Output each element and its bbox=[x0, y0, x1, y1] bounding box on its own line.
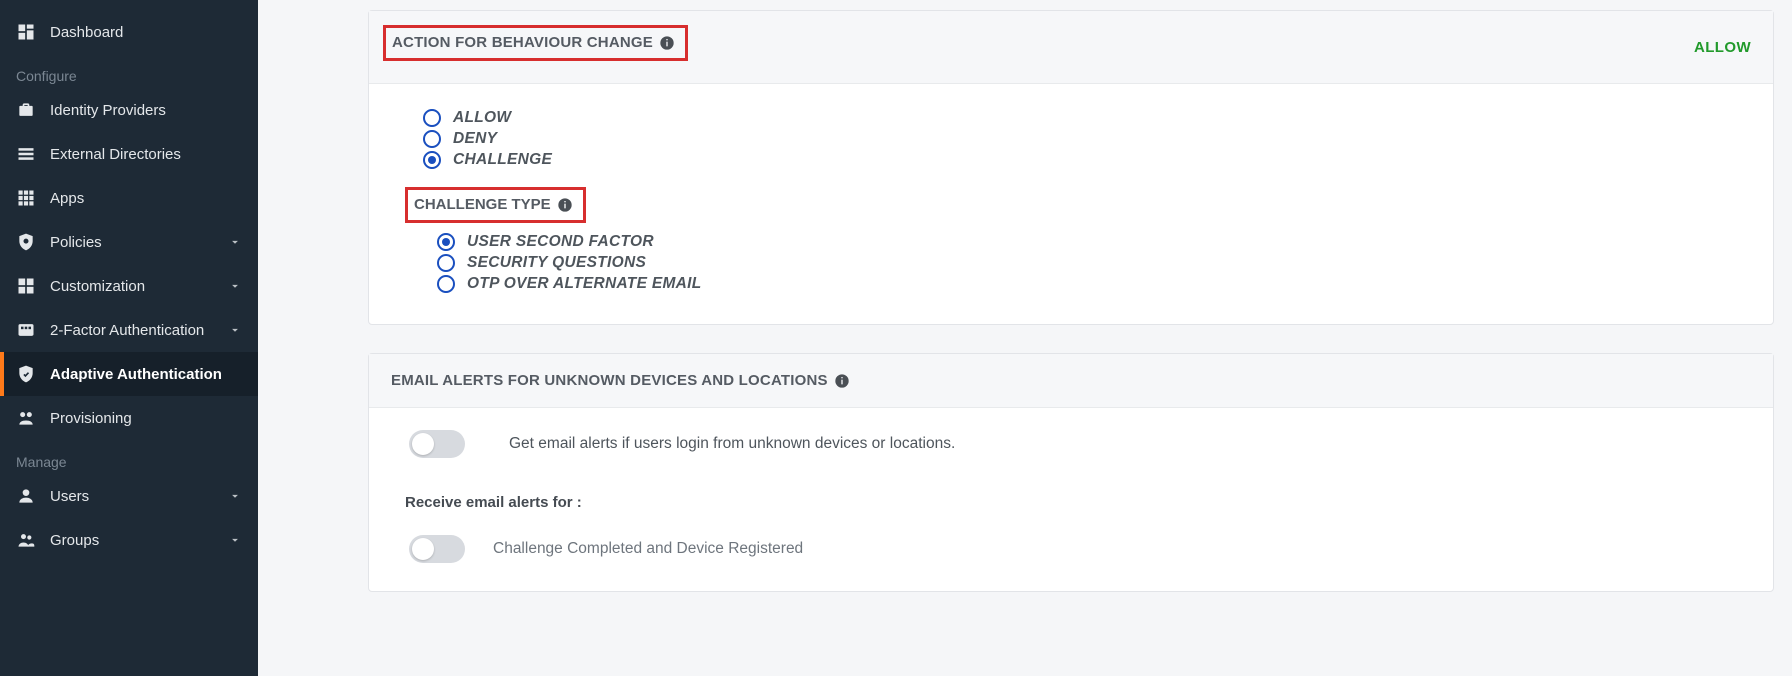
nav-groups[interactable]: Groups bbox=[0, 518, 258, 562]
nav-label: External Directories bbox=[50, 146, 242, 163]
nav-label: Policies bbox=[50, 234, 228, 251]
list-icon bbox=[16, 144, 36, 164]
panel-header: ACTION FOR BEHAVIOUR CHANGE ALLOW bbox=[369, 11, 1773, 84]
sync-users-icon bbox=[16, 408, 36, 428]
radio-icon[interactable] bbox=[437, 275, 455, 293]
chevron-down-icon bbox=[228, 279, 242, 293]
email-alerts-toggle-text: Get email alerts if users login from unk… bbox=[509, 435, 955, 453]
radio-deny[interactable]: DENY bbox=[405, 130, 1737, 148]
nav-label: Groups bbox=[50, 532, 228, 549]
nav-apps[interactable]: Apps bbox=[0, 176, 258, 220]
info-icon[interactable] bbox=[659, 35, 675, 51]
toggle-knob bbox=[412, 538, 434, 560]
nav-external-directories[interactable]: External Directories bbox=[0, 132, 258, 176]
keypad-icon bbox=[16, 320, 36, 340]
alert-opt-toggle[interactable] bbox=[409, 535, 465, 563]
radio-icon[interactable] bbox=[423, 109, 441, 127]
radio-label: ALLOW bbox=[453, 109, 511, 127]
toggle-knob bbox=[412, 433, 434, 455]
panel-title-text: EMAIL ALERTS FOR UNKNOWN DEVICES AND LOC… bbox=[391, 372, 828, 389]
receive-alerts-label: Receive email alerts for : bbox=[405, 494, 1737, 511]
nav-provisioning[interactable]: Provisioning bbox=[0, 396, 258, 440]
radio-icon[interactable] bbox=[437, 254, 455, 272]
shield-check-icon bbox=[16, 364, 36, 384]
info-icon[interactable] bbox=[834, 373, 850, 389]
main-content: ACTION FOR BEHAVIOUR CHANGE ALLOW ALLOW … bbox=[258, 0, 1792, 676]
nav-adaptive-auth[interactable]: Adaptive Authentication bbox=[0, 352, 258, 396]
briefcase-icon bbox=[16, 100, 36, 120]
panel-body: ALLOW DENY CHALLENGE CHALLENGE TYPE bbox=[369, 84, 1773, 324]
radio-security-questions[interactable]: SECURITY QUESTIONS bbox=[419, 254, 1737, 272]
radio-icon[interactable] bbox=[423, 151, 441, 169]
panel-header: EMAIL ALERTS FOR UNKNOWN DEVICES AND LOC… bbox=[369, 354, 1773, 408]
panel-title: EMAIL ALERTS FOR UNKNOWN DEVICES AND LOC… bbox=[391, 372, 850, 389]
shield-search-icon bbox=[16, 232, 36, 252]
panel-status-allow: ALLOW bbox=[1694, 39, 1751, 56]
nav-label: Dashboard bbox=[50, 24, 242, 41]
radio-label: USER SECOND FACTOR bbox=[467, 233, 654, 251]
nav-dashboard[interactable]: Dashboard bbox=[0, 10, 258, 54]
email-alerts-toggle-row: Get email alerts if users login from unk… bbox=[405, 430, 1737, 458]
highlight-action-title: ACTION FOR BEHAVIOUR CHANGE bbox=[383, 25, 688, 61]
chevron-down-icon bbox=[228, 323, 242, 337]
email-alerts-toggle[interactable] bbox=[409, 430, 465, 458]
nav-label: Apps bbox=[50, 190, 242, 207]
highlight-challenge-type: CHALLENGE TYPE bbox=[405, 187, 586, 223]
radio-label: SECURITY QUESTIONS bbox=[467, 254, 646, 272]
panel-title: ACTION FOR BEHAVIOUR CHANGE bbox=[392, 34, 675, 51]
action-behaviour-panel: ACTION FOR BEHAVIOUR CHANGE ALLOW ALLOW … bbox=[368, 10, 1774, 325]
alert-opt-text: Challenge Completed and Device Registere… bbox=[493, 540, 803, 558]
radio-label: DENY bbox=[453, 130, 497, 148]
group-icon bbox=[16, 530, 36, 550]
nav-label: 2-Factor Authentication bbox=[50, 322, 228, 339]
nav-label: Provisioning bbox=[50, 410, 242, 427]
nav-section-manage: Manage bbox=[0, 440, 258, 474]
chevron-down-icon bbox=[228, 489, 242, 503]
radio-allow[interactable]: ALLOW bbox=[405, 109, 1737, 127]
radio-icon[interactable] bbox=[423, 130, 441, 148]
nav-users[interactable]: Users bbox=[0, 474, 258, 518]
chevron-down-icon bbox=[228, 533, 242, 547]
apps-icon bbox=[16, 188, 36, 208]
radio-label: CHALLENGE bbox=[453, 151, 552, 169]
puzzle-icon bbox=[16, 276, 36, 296]
chevron-down-icon bbox=[228, 235, 242, 249]
radio-user-second-factor[interactable]: USER SECOND FACTOR bbox=[419, 233, 1737, 251]
sidebar: Dashboard Configure Identity Providers E… bbox=[0, 0, 258, 676]
radio-label: OTP OVER ALTERNATE EMAIL bbox=[467, 275, 702, 293]
nav-label: Customization bbox=[50, 278, 228, 295]
nav-label: Users bbox=[50, 488, 228, 505]
nav-section-configure: Configure bbox=[0, 54, 258, 88]
dashboard-icon bbox=[16, 22, 36, 42]
panel-body: Get email alerts if users login from unk… bbox=[369, 408, 1773, 591]
user-icon bbox=[16, 486, 36, 506]
info-icon[interactable] bbox=[557, 197, 573, 213]
nav-label: Identity Providers bbox=[50, 102, 242, 119]
alert-opt-challenge-completed: Challenge Completed and Device Registere… bbox=[405, 535, 1737, 563]
panel-title-text: ACTION FOR BEHAVIOUR CHANGE bbox=[392, 34, 653, 51]
email-alerts-panel: EMAIL ALERTS FOR UNKNOWN DEVICES AND LOC… bbox=[368, 353, 1774, 592]
nav-2fa[interactable]: 2-Factor Authentication bbox=[0, 308, 258, 352]
challenge-type-title: CHALLENGE TYPE bbox=[414, 196, 573, 213]
nav-customization[interactable]: Customization bbox=[0, 264, 258, 308]
nav-label: Adaptive Authentication bbox=[50, 366, 242, 383]
radio-otp-alternate-email[interactable]: OTP OVER ALTERNATE EMAIL bbox=[419, 275, 1737, 293]
radio-challenge[interactable]: CHALLENGE bbox=[405, 151, 1737, 169]
radio-icon[interactable] bbox=[437, 233, 455, 251]
nav-identity-providers[interactable]: Identity Providers bbox=[0, 88, 258, 132]
challenge-type-text: CHALLENGE TYPE bbox=[414, 196, 551, 213]
nav-policies[interactable]: Policies bbox=[0, 220, 258, 264]
